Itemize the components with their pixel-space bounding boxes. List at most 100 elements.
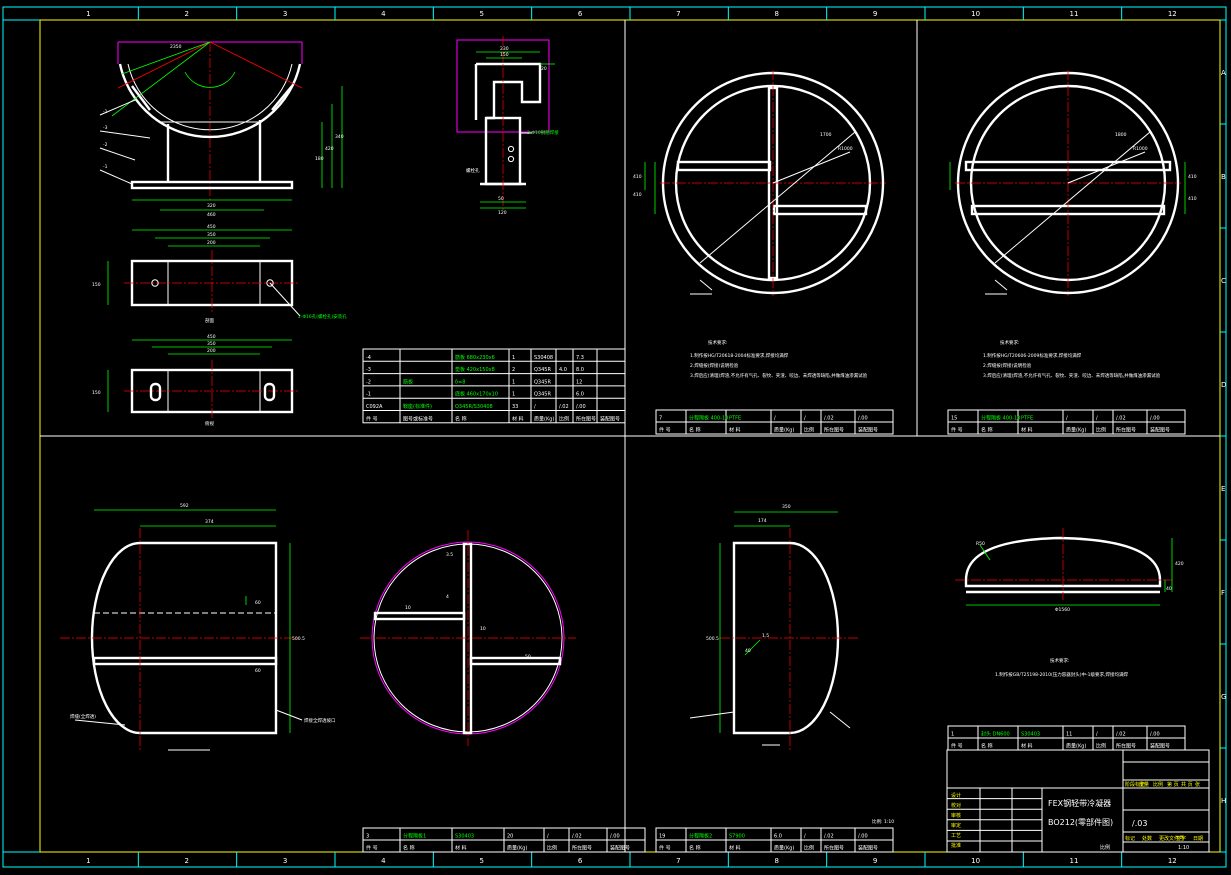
column-label: 4 xyxy=(381,10,386,18)
tb-col: 张 xyxy=(1195,781,1200,788)
angle-line xyxy=(117,41,211,89)
dim-text: 340 xyxy=(335,134,344,140)
row-label: E xyxy=(1221,485,1225,493)
table-cell: / xyxy=(547,834,549,840)
table-cell: / xyxy=(1066,416,1068,422)
side-partition-view: 350 174 500.5 40 1.5 xyxy=(689,504,860,750)
table-cell: /.02 xyxy=(1116,732,1126,738)
table-cell: 1 xyxy=(512,355,515,361)
weld-symbol xyxy=(699,279,713,291)
table-header-cell: 质量(Kg) xyxy=(534,415,554,422)
table-cell: 1 xyxy=(512,392,515,398)
circle-partition-view: 3.5 4 10 10 50 xyxy=(360,530,576,746)
table-header-cell: 装配图号 xyxy=(858,427,878,434)
base-plate xyxy=(130,180,294,190)
table-cell: / xyxy=(804,834,806,840)
table-cell: /.00 xyxy=(610,834,620,840)
table-cell: 8.0 xyxy=(576,367,584,373)
dish-head-view: Φ1560 420 40 R50 xyxy=(955,528,1184,613)
column-label: 10 xyxy=(971,10,980,18)
table-header-cell: 名 称 xyxy=(455,415,467,422)
dim-text: 460 xyxy=(207,212,216,218)
table-cell: Q345R xyxy=(534,367,551,373)
table-cell: / xyxy=(1096,416,1098,422)
plate-b-parts-table: 15 分程隔板 400-10 PTFE / / /.02 /.00 件 号 名 称 材 料 质量(K… xyxy=(947,409,1186,435)
table-cell: 筋板 xyxy=(403,378,413,385)
table-header-cell: 所在图号 xyxy=(572,845,592,852)
table-cell: -1 xyxy=(366,392,371,398)
table-header-cell: 材 料 xyxy=(1021,427,1033,434)
row-label: D xyxy=(1221,381,1226,389)
row-ruler-right: A B C D E F G H xyxy=(1220,69,1226,805)
table-cell: 3 xyxy=(366,834,369,840)
dim-text: 1700 xyxy=(820,132,832,138)
dim-text: 120 xyxy=(498,210,507,216)
table-cell: Q345R/S30408 xyxy=(455,404,493,410)
table-cell: /.00 xyxy=(858,416,868,422)
dim-text: 1.5 xyxy=(762,633,769,639)
table-cell: 分程隔板2 xyxy=(689,833,712,840)
column-label: 10 xyxy=(971,857,980,865)
note-line: 1.制作按HG/T20606-2009标准要求,焊接均满焊 xyxy=(983,352,1082,359)
tb-col: 共 页 xyxy=(1181,781,1193,788)
dim-text: 150 xyxy=(500,52,509,58)
leader xyxy=(121,41,211,75)
leader xyxy=(99,147,136,161)
leader xyxy=(829,711,851,729)
column-label: 9 xyxy=(873,10,877,18)
column-label: 7 xyxy=(676,857,680,865)
table-cell: S7900 xyxy=(729,834,745,840)
dim-text: 150 xyxy=(92,282,101,288)
scale-value: 1:10 xyxy=(1178,845,1189,851)
note-line: 3.焊后应(清理)焊渣,不允许有气孔、裂纹、夹渣、咬边、未焊透等缺陷,并做煤油渗… xyxy=(983,372,1161,379)
column-label: 5 xyxy=(480,857,484,865)
row-label: C xyxy=(1221,277,1226,285)
leader xyxy=(99,169,133,185)
tb-col: 标记 xyxy=(1125,835,1135,842)
tb-role: 批准 xyxy=(951,842,961,849)
part-label: -3 xyxy=(103,125,108,131)
dim-text: 410 xyxy=(1188,174,1197,180)
leader xyxy=(99,130,151,139)
table-header-cell: 质量(Kg) xyxy=(1066,743,1086,750)
view-label: 剖面 xyxy=(205,317,214,324)
table-header-cell: 装配图号 xyxy=(1150,743,1170,750)
table-header-cell: 图号或标准号 xyxy=(403,415,433,422)
dim-text: 320 xyxy=(207,203,216,209)
dim-text: 410 xyxy=(1188,196,1197,202)
dim-text: 150 xyxy=(92,390,101,396)
note-title: 技术要求: xyxy=(708,339,728,346)
column-label: 8 xyxy=(775,10,779,18)
tb-role: 校对 xyxy=(951,802,961,809)
table-header-cell: 件 号 xyxy=(366,415,378,422)
dim-text: 350 xyxy=(207,232,216,238)
weld-note: 焊接全焊透坡口 xyxy=(304,717,336,724)
dish-notes: 技术要求: 1.制作按GB/T25198-2010(压力容器封头)中-1级要求,… xyxy=(995,657,1128,678)
table-header-cell: 比例 xyxy=(804,845,814,852)
drawing-canvas: 1 2 3 4 5 6 7 8 9 10 11 12 1 2 3 4 5 6 7 8 9 10 11 12 ABCDEFGH… xyxy=(2,6,1227,868)
table-header-cell: 质量(Kg) xyxy=(507,845,527,852)
row-label: G xyxy=(1221,693,1226,701)
radius-line xyxy=(772,151,851,184)
rebar-hole xyxy=(507,145,515,153)
table-cell: δ=8 xyxy=(455,379,465,385)
table-cell: 15 xyxy=(951,416,957,422)
table-header-cell: 所在图号 xyxy=(1116,427,1136,434)
dim-text: 1800 xyxy=(1115,132,1127,138)
sheet-number: /.03 xyxy=(1132,819,1147,828)
table-cell: /.02 xyxy=(1116,416,1126,422)
table-header-cell: 件 号 xyxy=(951,743,963,750)
table-cell: 33 xyxy=(512,404,518,410)
weld-symbol xyxy=(994,279,1008,291)
note-line: 1.制作按HG/T20618-2004标准要求,焊接均满焊 xyxy=(690,352,789,359)
dim-text: R1000 xyxy=(838,146,853,152)
table-header-cell: 装配图号 xyxy=(610,845,630,852)
drawing-code: BO212(零部件图) xyxy=(1048,817,1113,827)
column-label: 11 xyxy=(1070,10,1079,18)
tb-col: 日期 xyxy=(1193,836,1203,842)
table-header-cell: 名 称 xyxy=(403,845,415,852)
table-cell: / xyxy=(1096,732,1098,738)
partition-strip xyxy=(92,656,278,666)
plate-b-notes: 技术要求: 1.制作按HG/T20606-2009标准要求,焊接均满焊 2.焊缝… xyxy=(983,339,1161,379)
column-label: 1 xyxy=(86,857,90,865)
